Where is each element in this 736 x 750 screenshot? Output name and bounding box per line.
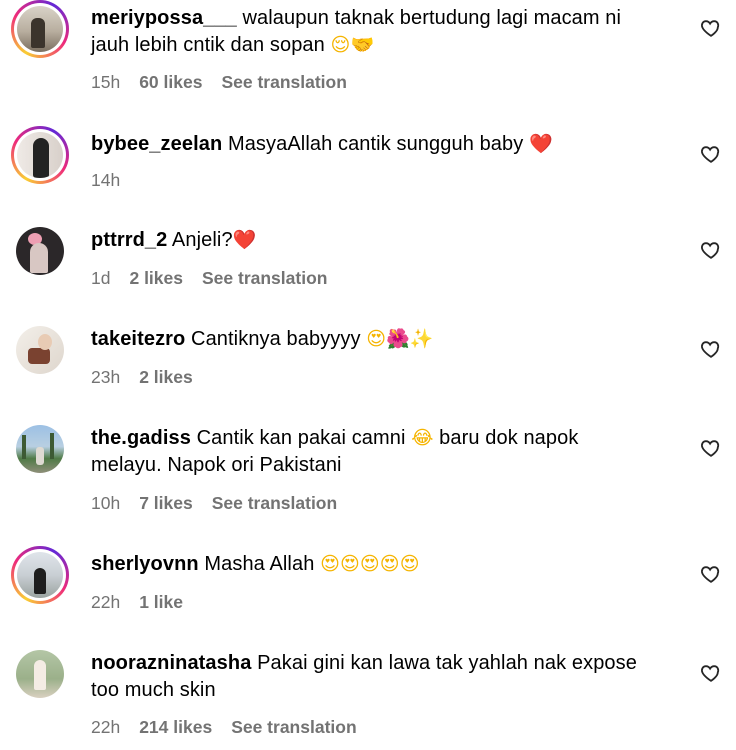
- comment-meta: 14h: [91, 170, 120, 191]
- username[interactable]: takeitezro: [91, 328, 185, 350]
- comment-meta: 23h 2 likes: [91, 367, 193, 388]
- timestamp[interactable]: 22h: [91, 717, 120, 738]
- avatar-story-ring[interactable]: [11, 126, 69, 184]
- emoji: ❤️: [232, 229, 257, 251]
- like-heart-icon[interactable]: [700, 662, 722, 684]
- avatar: [16, 326, 64, 374]
- username[interactable]: pttrrd_2: [91, 229, 167, 251]
- avatar-wrap[interactable]: [11, 645, 69, 703]
- avatar-story-ring[interactable]: [11, 546, 69, 604]
- comment-text: takeitezro Cantiknya babyyyy 😍🌺✨: [91, 328, 434, 350]
- see-translation-link[interactable]: See translation: [212, 493, 337, 514]
- comment-text: noorazninatasha Pakai gini kan lawa tak …: [91, 652, 637, 701]
- emoji: 😍🌺✨: [366, 328, 434, 350]
- likes-count[interactable]: 2 likes: [129, 268, 183, 289]
- emoji: ❤️: [529, 133, 553, 155]
- avatar-wrap[interactable]: [11, 420, 69, 478]
- comment-text: the.gadiss Cantik kan pakai camni 😂 baru…: [91, 427, 579, 476]
- like-heart-icon[interactable]: [700, 338, 722, 360]
- avatar: [16, 425, 64, 473]
- timestamp[interactable]: 10h: [91, 493, 120, 514]
- comment-meta: 1d 2 likes See translation: [91, 268, 327, 289]
- avatar: [16, 227, 64, 275]
- likes-count[interactable]: 1 like: [139, 592, 183, 613]
- comment-meta: 15h 60 likes See translation: [91, 72, 347, 93]
- emoji: 😌🤝: [330, 34, 375, 56]
- timestamp[interactable]: 15h: [91, 72, 120, 93]
- avatar: [17, 132, 63, 178]
- comment-meta: 22h 1 like: [91, 592, 183, 613]
- like-heart-icon[interactable]: [700, 239, 722, 261]
- username[interactable]: bybee_zeelan: [91, 133, 222, 155]
- comment-text: sherlyovnn Masha Allah 😍😍😍😍😍: [91, 553, 420, 575]
- avatar: [17, 552, 63, 598]
- comment-meta: 22h 214 likes See translation: [91, 717, 357, 738]
- timestamp[interactable]: 22h: [91, 592, 120, 613]
- timestamp[interactable]: 23h: [91, 367, 120, 388]
- username[interactable]: meriypossa___: [91, 7, 237, 29]
- timestamp[interactable]: 14h: [91, 170, 120, 191]
- see-translation-link[interactable]: See translation: [221, 72, 346, 93]
- timestamp[interactable]: 1d: [91, 268, 110, 289]
- username[interactable]: the.gadiss: [91, 427, 191, 449]
- avatar-wrap[interactable]: [11, 222, 69, 280]
- emoji: 😂: [411, 427, 434, 449]
- avatar: [16, 650, 64, 698]
- likes-count[interactable]: 7 likes: [139, 493, 193, 514]
- username[interactable]: noorazninatasha: [91, 652, 251, 674]
- emoji: 😍😍😍😍😍: [320, 553, 420, 575]
- likes-count[interactable]: 60 likes: [139, 72, 202, 93]
- avatar-wrap[interactable]: [11, 321, 69, 379]
- comment-text: pttrrd_2 Anjeli?❤️: [91, 229, 257, 251]
- comment-text: bybee_zeelan MasyaAllah cantik sungguh b…: [91, 133, 553, 155]
- like-heart-icon[interactable]: [700, 437, 722, 459]
- comment-meta: 10h 7 likes See translation: [91, 493, 337, 514]
- username[interactable]: sherlyovnn: [91, 553, 199, 575]
- comment-text: meriypossa___ walaupun taknak bertudung …: [91, 7, 622, 56]
- avatar: [17, 6, 63, 52]
- like-heart-icon[interactable]: [700, 563, 722, 585]
- see-translation-link[interactable]: See translation: [231, 717, 356, 738]
- avatar-story-ring[interactable]: [11, 0, 69, 58]
- likes-count[interactable]: 2 likes: [139, 367, 193, 388]
- see-translation-link[interactable]: See translation: [202, 268, 327, 289]
- like-heart-icon[interactable]: [700, 143, 722, 165]
- like-heart-icon[interactable]: [700, 17, 722, 39]
- likes-count[interactable]: 214 likes: [139, 717, 212, 738]
